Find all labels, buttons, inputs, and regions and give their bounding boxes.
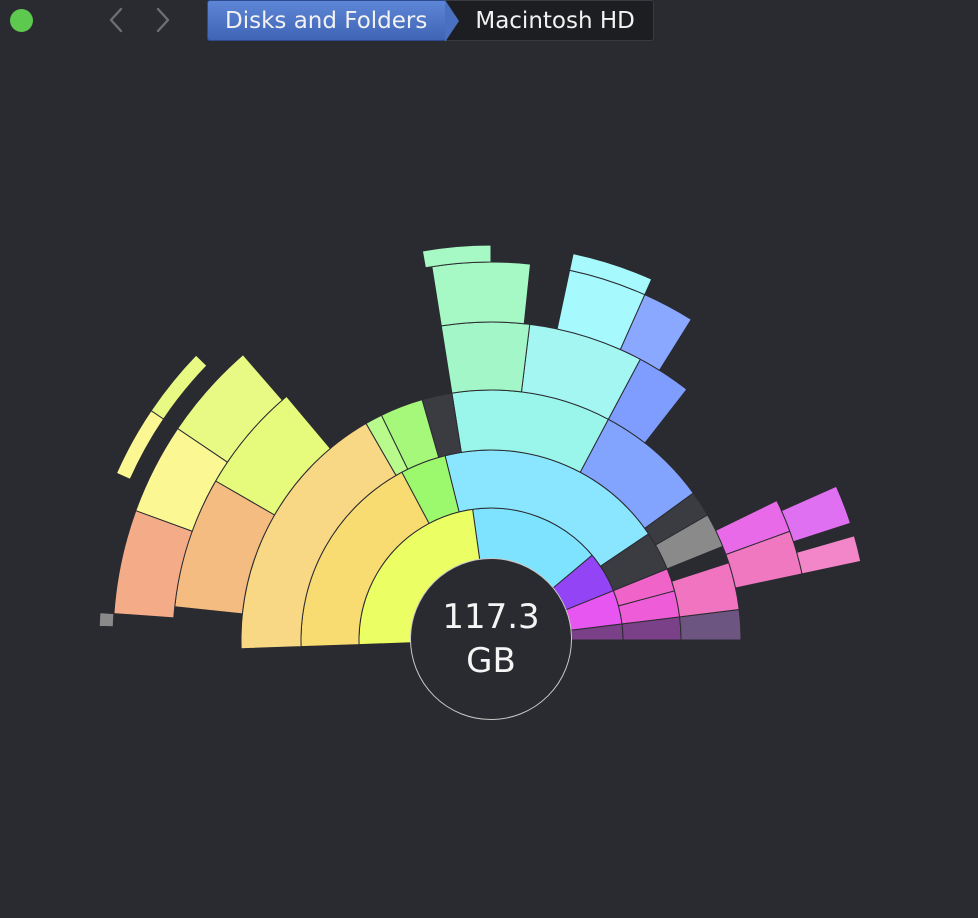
folder-segment-29[interactable]	[796, 535, 862, 575]
folder-segment-26[interactable]	[440, 321, 531, 394]
total-size-unit: GB	[466, 641, 516, 681]
app-window: Disks and Folders Macintosh HD 117.3 GB	[0, 0, 978, 918]
disk-usage-sunburst[interactable]	[0, 0, 978, 918]
folder-segment-39[interactable]	[98, 612, 115, 628]
total-size-value: 117.3	[442, 597, 540, 637]
breadcrumb-disks-and-folders[interactable]: Disks and Folders	[207, 0, 460, 42]
folder-segment-13[interactable]	[671, 562, 740, 618]
folder-segment-33[interactable]	[431, 261, 532, 327]
total-size-label[interactable]: 117.3 GB	[410, 558, 572, 720]
folder-segment-30[interactable]	[780, 485, 852, 543]
